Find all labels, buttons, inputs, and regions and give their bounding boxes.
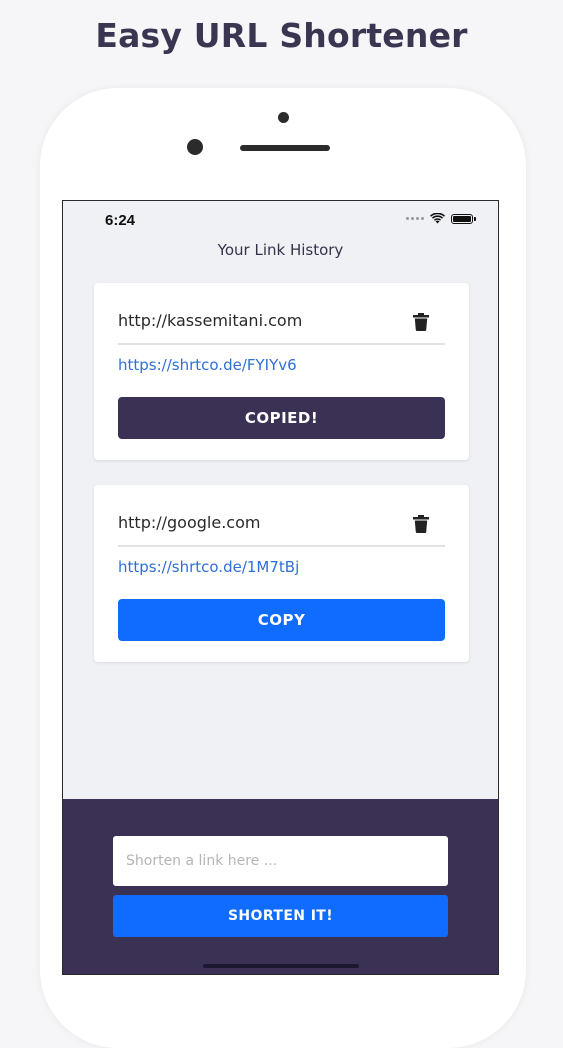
copied-button[interactable]: COPIED! [118,397,445,439]
proximity-sensor [278,112,289,123]
original-url: http://kassemitani.com [118,311,303,330]
wifi-icon [430,213,445,224]
short-url[interactable]: https://shrtco.de/FYIYv6 [118,356,297,374]
page-title: Your Link History [217,241,344,259]
front-camera [187,139,203,155]
divider [118,545,445,547]
app-screen: 6:24 Your Link History http://kassemitan… [62,200,499,975]
home-indicator [203,964,359,968]
link-card: http://google.com https://shrtco.de/1M7t… [94,485,469,662]
status-time: 6:24 [105,212,136,229]
trash-icon[interactable] [413,515,429,533]
battery-tip [474,216,476,221]
divider [118,343,445,345]
original-url: http://google.com [118,513,261,532]
shorten-link-input[interactable] [113,836,448,886]
shorten-panel: SHORTEN IT! [63,799,498,974]
battery-icon [451,213,473,224]
short-url[interactable]: https://shrtco.de/1M7tBj [118,558,299,576]
status-icons [406,213,476,224]
earpiece-speaker [240,145,330,151]
headline: Easy URL Shortener [95,16,468,55]
shorten-button[interactable]: SHORTEN IT! [113,895,448,937]
link-card: http://kassemitani.com https://shrtco.de… [94,283,469,460]
copy-button[interactable]: COPY [118,599,445,641]
signal-icon [406,217,424,220]
trash-icon[interactable] [413,313,429,331]
